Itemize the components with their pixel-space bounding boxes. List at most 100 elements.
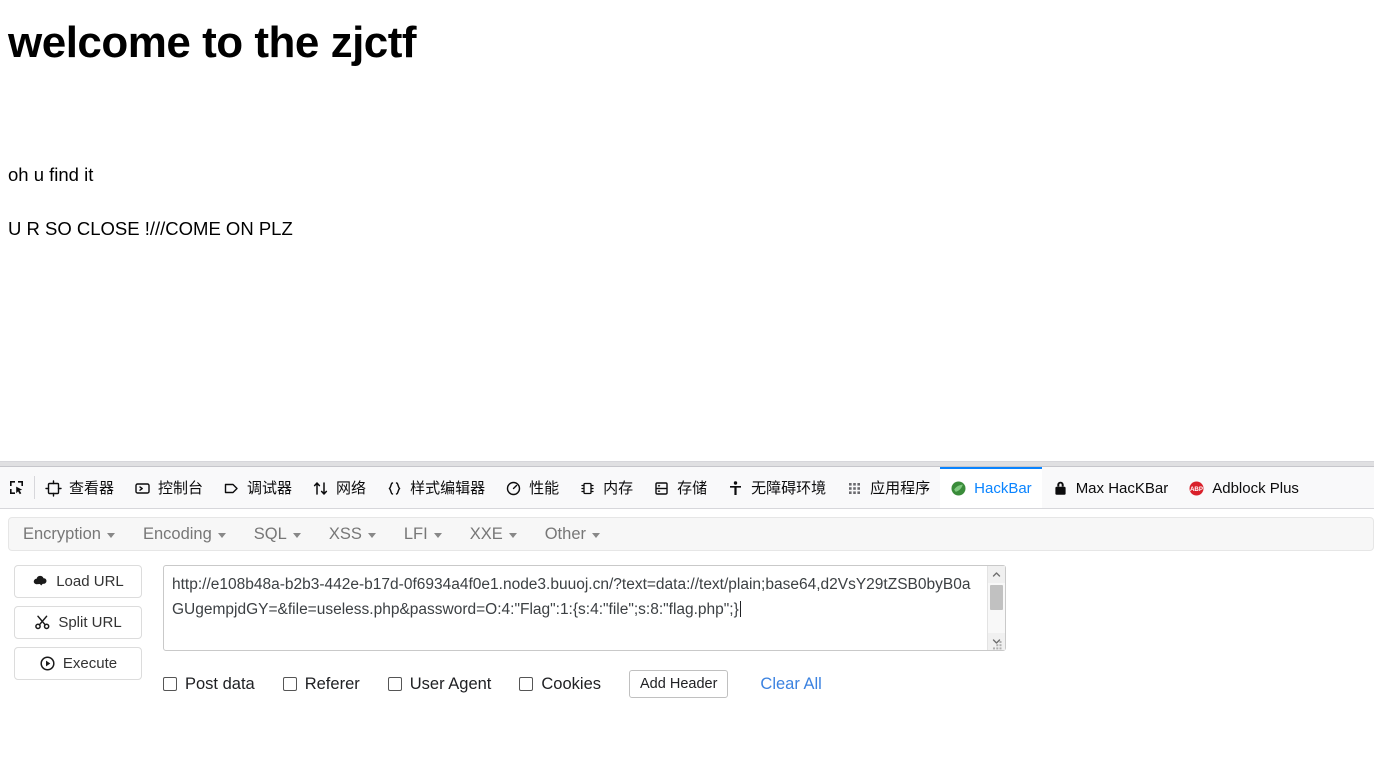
element-picker-icon: [8, 479, 25, 496]
tab-label: 无障碍环境: [751, 480, 827, 497]
svg-text:ABP: ABP: [1190, 486, 1203, 493]
hackbar-icon: [950, 480, 967, 497]
hackbar-right-column: http://e108b48a-b2b3-442e-b17d-0f6934a4f…: [163, 565, 1006, 698]
devtools-toolbar: 查看器 控制台 调试器 网络 样式编辑器 性能 内存 存储 无障碍环境 应用程序…: [0, 467, 1374, 509]
checkbox-label: Referer: [304, 674, 360, 693]
tab-accessibility[interactable]: 无障碍环境: [717, 467, 836, 508]
tab-inspector[interactable]: 查看器: [35, 467, 124, 508]
hackbar-panel: Encryption Encoding SQL XSS LFI XXE Othe…: [0, 517, 1374, 773]
checkbox-box[interactable]: [519, 677, 534, 691]
tab-label: 存储: [677, 480, 708, 497]
clear-all-link[interactable]: Clear All: [760, 675, 821, 694]
checkbox-post-data[interactable]: Post data: [163, 675, 255, 694]
network-icon: [312, 480, 329, 497]
menu-xss[interactable]: XSS: [329, 525, 376, 544]
tab-debugger[interactable]: 调试器: [213, 467, 302, 508]
menu-label: Other: [544, 524, 586, 543]
checkbox-cookies[interactable]: Cookies: [519, 675, 601, 694]
performance-icon: [505, 480, 522, 497]
hackbar-menubar: Encryption Encoding SQL XSS LFI XXE Othe…: [8, 517, 1374, 551]
hackbar-options-row: Post data Referer User Agent Cookies Add…: [163, 670, 1006, 698]
page-paragraph-2: U R SO CLOSE !///COME ON PLZ: [8, 217, 293, 239]
checkbox-box[interactable]: [387, 677, 402, 691]
tab-label: Adblock Plus: [1212, 480, 1299, 497]
split-url-button[interactable]: Split URL: [14, 606, 142, 639]
web-page-content: welcome to the zjctf oh u find it U R SO…: [0, 18, 1374, 461]
textarea-resize-handle[interactable]: [993, 638, 1003, 650]
menu-label: SQL: [253, 524, 287, 543]
tab-label: Max HacKBar: [1075, 480, 1169, 497]
load-url-button[interactable]: Load URL: [14, 565, 142, 598]
checkbox-referer[interactable]: Referer: [282, 674, 360, 694]
inspector-icon: [45, 480, 62, 497]
menu-other[interactable]: Other: [545, 525, 600, 544]
page-paragraph-1: oh u find it: [8, 163, 94, 185]
menu-label: Encoding: [142, 524, 212, 543]
hackbar-action-buttons: Load URL Split URL Execute: [14, 565, 142, 698]
tab-style-editor[interactable]: 样式编辑器: [376, 467, 495, 508]
tab-label: 网络: [336, 480, 367, 497]
tab-console[interactable]: 控制台: [124, 467, 213, 508]
tab-max-hackbar[interactable]: Max HacKBar: [1042, 467, 1179, 508]
debugger-icon: [223, 480, 240, 497]
checkbox-user-agent[interactable]: User Agent: [387, 674, 492, 694]
adblock-icon: ABP: [1188, 480, 1205, 497]
button-label: Load URL: [56, 573, 124, 590]
console-icon: [134, 480, 151, 497]
checkbox-label: Post data: [185, 674, 255, 693]
tab-label: 控制台: [158, 480, 204, 497]
hackbar-body: Load URL Split URL Execute http://e108b4…: [0, 551, 1374, 698]
menu-sql[interactable]: SQL: [254, 525, 301, 544]
menu-encryption[interactable]: Encryption: [23, 525, 115, 544]
cloud-download-icon: [32, 573, 49, 590]
tab-label: HackBar: [974, 480, 1032, 497]
storage-icon: [653, 480, 670, 497]
tab-label: 内存: [603, 480, 634, 497]
tab-label: 查看器: [69, 480, 115, 497]
style-editor-icon: [386, 480, 403, 497]
button-label: Execute: [62, 655, 118, 672]
tab-performance[interactable]: 性能: [495, 467, 569, 508]
chevron-down-icon: [106, 532, 115, 538]
url-textarea-wrapper[interactable]: http://e108b48a-b2b3-442e-b17d-0f6934a4f…: [163, 565, 1006, 651]
chevron-down-icon: [433, 532, 442, 538]
accessibility-icon: [727, 480, 744, 497]
add-header-button[interactable]: Add Header: [629, 670, 729, 698]
chevron-down-icon: [217, 532, 226, 538]
element-picker-button[interactable]: [0, 467, 34, 508]
checkbox-box[interactable]: [282, 677, 297, 691]
play-circle-icon: [39, 655, 56, 672]
tab-label: 性能: [529, 480, 560, 497]
text-cursor: [739, 601, 741, 617]
execute-button[interactable]: Execute: [14, 647, 142, 680]
menu-label: LFI: [403, 524, 428, 543]
tab-adblock-plus[interactable]: ABP Adblock Plus: [1178, 467, 1309, 508]
menu-label: XSS: [328, 524, 362, 543]
tab-hackbar[interactable]: HackBar: [940, 467, 1042, 508]
checkbox-label: User Agent: [409, 674, 492, 693]
scrollbar-thumb[interactable]: [990, 585, 1003, 610]
tab-application[interactable]: 应用程序: [836, 467, 940, 508]
lock-icon: [1052, 480, 1069, 497]
memory-icon: [579, 480, 596, 497]
menu-lfi[interactable]: LFI: [404, 525, 442, 544]
scroll-up-arrow-icon[interactable]: [988, 566, 1005, 583]
tab-label: 调试器: [247, 480, 293, 497]
tab-label: 应用程序: [870, 480, 931, 497]
tab-memory[interactable]: 内存: [569, 467, 643, 508]
menu-xxe[interactable]: XXE: [470, 525, 517, 544]
application-icon: [846, 480, 863, 497]
menu-encoding[interactable]: Encoding: [143, 525, 226, 544]
page-title: welcome to the zjctf: [8, 18, 417, 67]
chevron-down-icon: [592, 532, 600, 538]
tab-storage[interactable]: 存储: [643, 467, 717, 508]
menu-label: XXE: [469, 524, 503, 543]
chevron-down-icon: [292, 532, 301, 538]
url-input[interactable]: http://e108b48a-b2b3-442e-b17d-0f6934a4f…: [164, 566, 987, 650]
tab-label: 样式编辑器: [410, 480, 486, 497]
tab-network[interactable]: 网络: [302, 467, 376, 508]
menu-label: Encryption: [23, 524, 101, 543]
url-input-value: http://e108b48a-b2b3-442e-b17d-0f6934a4f…: [172, 576, 971, 618]
chevron-down-icon: [508, 532, 517, 538]
checkbox-box[interactable]: [163, 677, 177, 691]
